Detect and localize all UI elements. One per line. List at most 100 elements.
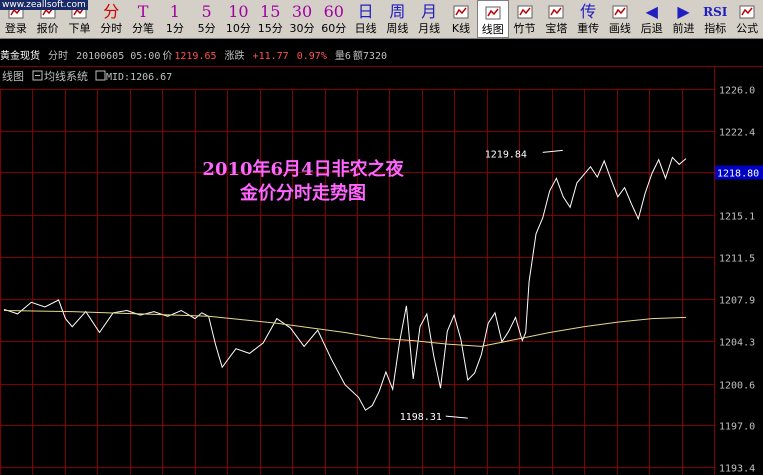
monthly-icon: 月 <box>421 2 438 21</box>
formula-icon-glyph <box>739 5 755 19</box>
bamboo-icon-glyph <box>517 5 533 19</box>
30min-icon: 30 <box>291 2 313 21</box>
chart-mode: 分时 <box>48 51 69 62</box>
line-chart-icon-glyph <box>485 6 501 20</box>
30min-button[interactable]: 30 30分 <box>286 0 318 38</box>
daily-button-label: 日线 <box>354 22 377 35</box>
1min-button-label: 1分 <box>165 22 184 35</box>
weekly-icon: 周 <box>389 2 406 21</box>
quote-datetime: 20100605 05:00 <box>76 51 161 62</box>
tower-button-label: 宝塔 <box>545 22 568 35</box>
monthly-button-label: 月线 <box>418 22 441 35</box>
linechart-button-label: 线图 <box>481 23 504 36</box>
formula-icon <box>731 2 763 22</box>
y-tick-label: 1197.0 <box>719 422 755 433</box>
forward-button[interactable]: ▶ 前进 <box>668 0 700 38</box>
linechart-button[interactable]: 线图 <box>476 0 509 38</box>
resend-button[interactable]: 传重传 <box>572 0 604 38</box>
line-chart-icon <box>478 3 508 23</box>
60min-button[interactable]: 60 60分 <box>318 0 350 38</box>
back-button-label: 后退 <box>640 22 663 35</box>
tick-button[interactable]: T 分笔 <box>127 0 159 38</box>
bamboo-icon <box>509 2 541 22</box>
10min-icon: 10 <box>228 2 249 21</box>
order-button-label: 下单 <box>68 22 91 35</box>
pencil-icon-glyph <box>612 5 628 19</box>
price-label: 价 <box>162 51 173 62</box>
current-price-label: 1218.80 <box>717 168 759 179</box>
ma-system-label: 均线系统 <box>44 69 88 83</box>
15min-button[interactable]: 15 15分 <box>254 0 286 38</box>
30min-button-label: 30分 <box>289 22 315 35</box>
quote-price: 1219.65 <box>174 51 217 62</box>
tower-icon-glyph <box>548 5 564 19</box>
mid-label: MID:1206.67 <box>106 72 172 83</box>
tower-icon <box>540 2 572 22</box>
draw-button[interactable]: 画线 <box>604 0 636 38</box>
candlestick-icon <box>445 2 477 22</box>
draw-button-label: 画线 <box>608 22 631 35</box>
forward-arrow-icon: ▶ <box>677 2 690 21</box>
60min-button-label: 60分 <box>321 22 347 35</box>
15min-button-label: 15分 <box>257 22 283 35</box>
bamboo-button-label: 竹节 <box>513 22 536 35</box>
chart-panel[interactable]: 1226.01222.41218.81215.11211.51207.91204… <box>0 67 763 475</box>
candlestick-icon-glyph <box>453 5 469 19</box>
resend-icon: 传 <box>580 2 597 21</box>
indicator-button-label: 指标 <box>704 22 727 35</box>
pencil-icon <box>604 2 636 22</box>
y-tick-label: 1207.9 <box>719 296 755 307</box>
10min-button-label: 10分 <box>225 22 251 35</box>
resend-button-label: 重传 <box>577 22 600 35</box>
toolbar: 登录 报价 下单分分时 T 分笔 1 1分 5 5分 10 10分 15 15分 30 30分 60 60分日日… <box>0 0 763 39</box>
low-annotation-pointer <box>445 415 468 419</box>
quote-change-pct: 0.97% <box>296 51 327 62</box>
tick-icon: T <box>137 2 149 21</box>
5min-button-label: 5分 <box>197 22 216 35</box>
rsi-icon: RSI <box>703 5 728 19</box>
mid-toggle-icon <box>95 70 106 81</box>
15min-icon: 15 <box>260 2 281 21</box>
1min-button[interactable]: 1 1分 <box>159 0 191 38</box>
quote-volume: 量6 <box>334 51 351 62</box>
low-annotation: 1198.31 <box>400 412 442 423</box>
monthly-button[interactable]: 月月线 <box>413 0 445 38</box>
quote-button-label: 报价 <box>36 22 59 35</box>
y-tick-label: 1222.4 <box>719 128 755 139</box>
forward-button-label: 前进 <box>672 22 695 35</box>
caption-line-2: 金价分时走势图 <box>239 182 366 204</box>
kline-button-label: K线 <box>451 22 471 35</box>
weekly-button[interactable]: 周周线 <box>382 0 414 38</box>
timeshare-button-label: 分时 <box>100 22 123 35</box>
60min-icon: 60 <box>323 2 344 21</box>
indicator-button[interactable]: RSI 指标 <box>699 0 731 38</box>
10min-button[interactable]: 10 10分 <box>223 0 255 38</box>
y-tick-label: 1211.5 <box>719 254 755 265</box>
high-annotation: 1219.84 <box>485 149 527 160</box>
y-tick-label: 1226.0 <box>719 86 755 97</box>
kline-button[interactable]: K线 <box>445 0 477 38</box>
y-tick-label: 1215.1 <box>719 212 755 223</box>
caption-line-1: 2010年6月4日非农之夜 <box>202 158 404 180</box>
timeshare-icon: 分 <box>103 2 120 21</box>
quote-change: +11.77 <box>252 51 289 62</box>
y-tick-label: 1193.4 <box>719 464 755 475</box>
y-tick-label: 1204.3 <box>719 338 755 349</box>
quote-info-bar: 黄金现货 分时 20100605 05:00 价 1219.65 涨跌 +11.77… <box>0 49 763 65</box>
daily-button[interactable]: 日日线 <box>350 0 382 38</box>
timeshare-button[interactable]: 分分时 <box>95 0 127 38</box>
instrument-name: 黄金现货 <box>0 51 40 62</box>
panel-title: 线图 <box>2 69 24 83</box>
back-arrow-icon: ◀ <box>645 2 658 21</box>
y-tick-label: 1200.6 <box>719 381 755 392</box>
back-button[interactable]: ◀ 后退 <box>636 0 668 38</box>
5min-icon: 5 <box>201 2 212 21</box>
formula-button[interactable]: 公式 <box>731 0 763 38</box>
tick-button-label: 分笔 <box>132 22 155 35</box>
intraday-chart[interactable]: 1226.01222.41218.81215.11211.51207.91204… <box>0 67 763 475</box>
login-button-label: 登录 <box>4 22 27 35</box>
bamboo-button[interactable]: 竹节 <box>509 0 541 38</box>
site-logo: www.zeallsoft.com <box>0 0 88 10</box>
5min-button[interactable]: 5 5分 <box>191 0 223 38</box>
tower-button[interactable]: 宝塔 <box>540 0 572 38</box>
